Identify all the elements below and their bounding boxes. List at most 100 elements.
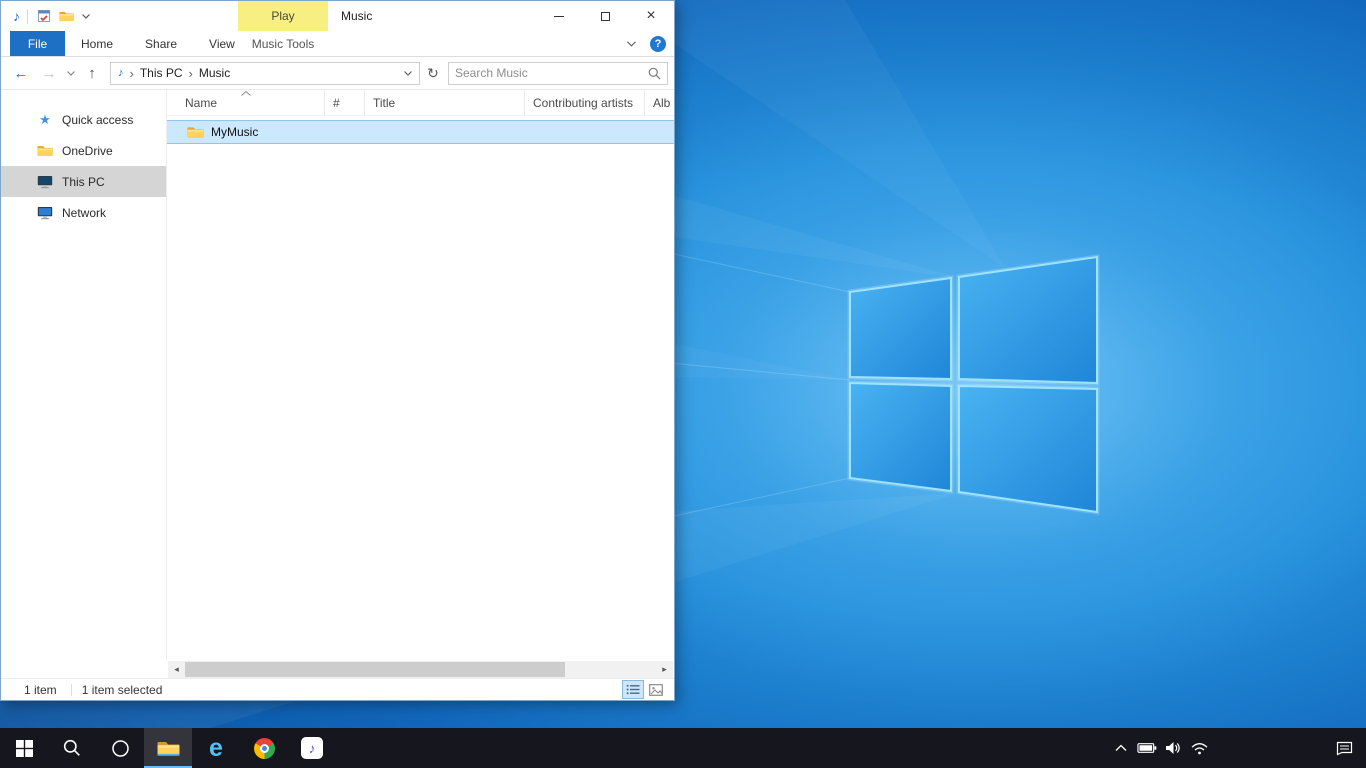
sidebar-item-onedrive[interactable]: OneDrive [1, 135, 166, 166]
file-rows: MyMusic [167, 116, 674, 144]
column-header-number[interactable]: # [325, 90, 365, 115]
action-center-icon [1336, 741, 1353, 756]
chevron-down-icon [82, 14, 90, 19]
status-bar: 1 item 1 item selected [1, 678, 674, 700]
wifi-icon [1191, 742, 1208, 755]
scrollbar-thumb[interactable] [185, 662, 565, 677]
breadcrumb-chevron[interactable]: › [130, 66, 134, 81]
search-input[interactable] [455, 66, 648, 80]
chrome-icon [254, 738, 275, 759]
sidebar-item-network[interactable]: Network [1, 197, 166, 228]
start-button[interactable] [0, 728, 48, 768]
view-toggle-group [623, 681, 666, 698]
large-icons-view-icon [649, 684, 663, 696]
chevron-down-icon [627, 41, 636, 47]
computer-icon [37, 175, 53, 189]
refresh-button[interactable]: ↻ [422, 60, 444, 86]
tab-file[interactable]: File [10, 31, 65, 56]
tab-music-tools[interactable]: Music Tools [238, 31, 328, 56]
address-bar[interactable]: ♪ › This PC › Music [110, 62, 420, 85]
details-view-icon [626, 684, 640, 695]
qat-new-folder-button[interactable] [57, 7, 75, 25]
taskbar-file-explorer-button[interactable] [144, 728, 192, 768]
status-selection-count: 1 item selected [82, 683, 163, 697]
file-explorer-icon [157, 739, 180, 757]
qat-customize-button[interactable] [79, 7, 93, 25]
status-item-count: 1 item [24, 683, 57, 697]
battery-icon [1137, 742, 1157, 754]
chevron-up-icon [1115, 744, 1127, 752]
taskbar: e ♪ [0, 728, 1366, 768]
column-header-title[interactable]: Title [365, 90, 525, 115]
ribbon-right-controls: ? [623, 31, 666, 56]
minimize-button[interactable] [536, 1, 582, 31]
cortana-button[interactable] [96, 728, 144, 768]
recent-locations-button[interactable] [63, 60, 78, 86]
search-icon[interactable] [648, 67, 661, 80]
onedrive-folder-icon [37, 144, 53, 158]
breadcrumb-this-pc[interactable]: This PC [136, 66, 187, 80]
sidebar-item-this-pc[interactable]: This PC [1, 166, 166, 197]
action-center-button[interactable] [1322, 728, 1366, 768]
ribbon-expand-button[interactable] [623, 36, 639, 52]
folder-icon [187, 125, 204, 139]
maximize-button[interactable] [582, 1, 628, 31]
sidebar-item-label: This PC [62, 175, 105, 189]
horizontal-scrollbar[interactable]: ◂ ▸ [168, 661, 673, 678]
scroll-right-button[interactable]: ▸ [656, 661, 673, 678]
column-header-contributing-artists[interactable]: Contributing artists [525, 90, 645, 115]
back-button[interactable]: ← [7, 60, 35, 86]
large-icons-view-button[interactable] [646, 681, 666, 698]
tray-overflow-button[interactable] [1108, 728, 1134, 768]
column-header-name[interactable]: Name [167, 90, 325, 115]
contextual-tab-play[interactable]: Play [238, 1, 328, 31]
address-music-icon: ♪ [118, 67, 124, 79]
column-header-row: Name # Title Contributing artists Alb [167, 90, 674, 116]
column-header-album[interactable]: Alb [645, 90, 674, 115]
network-tray-button[interactable] [1186, 728, 1212, 768]
speaker-icon [1165, 741, 1181, 755]
file-explorer-window: ♪ Play M [0, 0, 675, 701]
windows-logo-icon [16, 740, 33, 757]
itunes-button[interactable]: ♪ [288, 728, 336, 768]
main-area: ★ Quick access OneDrive [1, 90, 674, 661]
forward-button[interactable]: → [35, 60, 63, 86]
file-row-mymusic[interactable]: MyMusic [167, 120, 674, 144]
internet-explorer-button[interactable]: e [192, 728, 240, 768]
battery-tray-button[interactable] [1134, 728, 1160, 768]
title-bar[interactable]: ♪ Play M [1, 1, 674, 31]
chevron-down-icon [404, 71, 412, 76]
file-name: MyMusic [211, 125, 258, 139]
tab-home[interactable]: Home [65, 31, 129, 56]
navigation-bar: ← → ↑ ♪ › This PC › Music [1, 57, 674, 90]
chevron-down-icon [67, 71, 75, 76]
window-controls: × [536, 1, 674, 31]
volume-tray-button[interactable] [1160, 728, 1186, 768]
internet-explorer-icon: e [209, 736, 223, 761]
search-icon [63, 739, 81, 757]
details-view-button[interactable] [623, 681, 643, 698]
sidebar-item-label: Network [62, 206, 106, 220]
address-dropdown-button[interactable] [400, 63, 416, 84]
file-list-pane[interactable]: Name # Title Contributing artists Alb [167, 90, 674, 661]
ribbon-tab-row: File Home Share View Music Tools ? [1, 31, 674, 57]
qat-properties-button[interactable] [35, 7, 53, 25]
new-folder-icon [59, 10, 74, 22]
taskbar-search-button[interactable] [48, 728, 96, 768]
close-button[interactable]: × [628, 1, 674, 31]
scroll-left-button[interactable]: ◂ [168, 661, 185, 678]
search-box[interactable] [448, 62, 668, 85]
breadcrumb-chevron[interactable]: › [189, 66, 193, 81]
sort-ascending-icon [241, 91, 251, 96]
divider [71, 684, 72, 696]
breadcrumb-music[interactable]: Music [195, 66, 234, 80]
sidebar-item-quick-access[interactable]: ★ Quick access [1, 104, 166, 135]
chrome-button[interactable] [240, 728, 288, 768]
help-button[interactable]: ? [650, 36, 666, 52]
up-button[interactable]: ↑ [78, 60, 106, 86]
star-icon: ★ [37, 113, 53, 127]
desktop[interactable]: ♪ Play M [0, 0, 1366, 768]
scrollbar-track[interactable] [185, 661, 656, 678]
properties-icon [37, 9, 51, 23]
tab-share[interactable]: Share [129, 31, 193, 56]
